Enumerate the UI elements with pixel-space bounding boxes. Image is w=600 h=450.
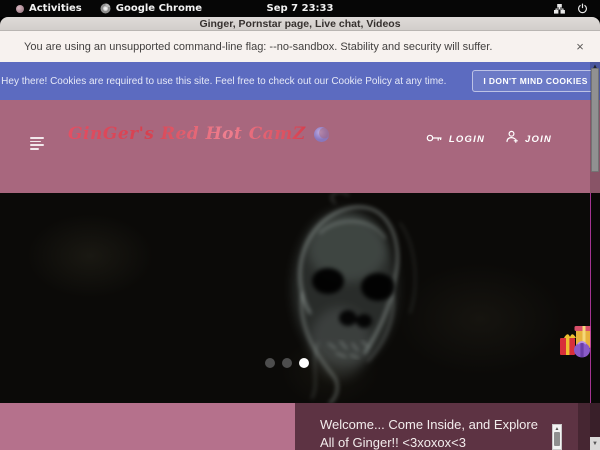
network-icon[interactable]	[554, 4, 565, 14]
carousel-dot-1[interactable]	[265, 358, 275, 368]
header-nav: LOGIN JOIN	[426, 130, 552, 149]
activities-label: Activities	[29, 3, 82, 14]
site-header: GinGer's Red Hot CamZ LOGIN	[0, 100, 600, 193]
focused-app-menu[interactable]: Google Chrome	[94, 0, 208, 17]
carousel-dots	[265, 358, 309, 368]
accept-cookies-button[interactable]: I DON'T MIND COOKIES	[472, 70, 598, 92]
chrome-icon	[100, 3, 111, 14]
cookie-message: Hey there! Cookies are required to use t…	[1, 76, 446, 87]
power-icon[interactable]	[577, 3, 588, 14]
welcome-widget: Welcome... Come Inside, and Explore All …	[295, 403, 600, 450]
smoke-skull-image	[240, 193, 480, 403]
app-name-label: Google Chrome	[116, 3, 202, 14]
scroll-up-icon[interactable]: ▲	[553, 425, 561, 432]
login-button[interactable]: LOGIN	[426, 131, 485, 149]
user-add-icon	[505, 130, 519, 149]
page-body-section: Welcome... Come Inside, and Explore All …	[0, 403, 600, 450]
login-label: LOGIN	[449, 134, 485, 145]
activities-button[interactable]: Activities	[10, 0, 88, 17]
close-icon[interactable]: ×	[572, 39, 588, 55]
join-label: JOIN	[525, 134, 552, 145]
menu-icon[interactable]	[30, 137, 44, 152]
system-top-bar: Activities Google Chrome Sep 7 23:33	[0, 0, 600, 17]
browser-infobar: You are using an unsupported command-lin…	[0, 31, 600, 62]
key-icon	[426, 131, 443, 149]
welcome-scrollbar[interactable]: ▲	[552, 424, 562, 450]
infobar-message: You are using an unsupported command-lin…	[0, 41, 492, 53]
page-scrollbar[interactable]: ▲ ▼	[590, 62, 600, 450]
hero-carousel	[0, 193, 600, 403]
gifts-widget[interactable]	[556, 320, 591, 360]
moon-icon	[313, 126, 330, 143]
window-title: Ginger, Pornstar page, Live chat, Videos	[199, 18, 400, 30]
welcome-message: Welcome... Come Inside, and Explore All …	[320, 416, 548, 450]
distro-logo-icon	[16, 5, 24, 13]
site-logo[interactable]: GinGer's Red Hot CamZ	[68, 124, 330, 144]
scrollbar-accent-line	[590, 193, 591, 403]
carousel-dot-2[interactable]	[282, 358, 292, 368]
gift-boxes-icon	[556, 320, 591, 360]
scrollbar-thumb[interactable]	[591, 68, 599, 172]
join-button[interactable]: JOIN	[505, 130, 552, 149]
carousel-dot-3-active[interactable]	[299, 358, 309, 368]
scrollbar-down-arrow[interactable]: ▼	[590, 437, 600, 450]
cookie-consent-bar: Hey there! Cookies are required to use t…	[0, 62, 600, 100]
page-viewport: Hey there! Cookies are required to use t…	[0, 62, 600, 450]
welcome-scrollbar-thumb[interactable]	[554, 432, 560, 446]
site-logo-text: GinGer's Red Hot CamZ	[68, 124, 306, 144]
browser-titlebar[interactable]: Ginger, Pornstar page, Live chat, Videos	[0, 17, 600, 31]
